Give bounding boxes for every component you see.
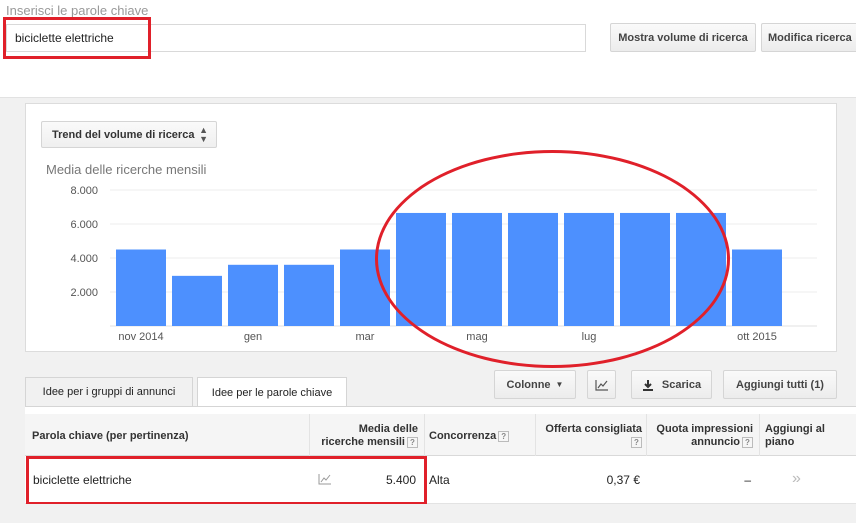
header-impression-share-line1: Quota impressioni [656, 423, 753, 435]
bar-apr[interactable] [396, 212, 446, 326]
bar-dic[interactable] [172, 275, 222, 326]
columns-button[interactable]: Colonne ▼ [494, 370, 576, 399]
header-add-to-plan-line1: Aggiungi al [765, 423, 825, 435]
help-icon[interactable]: ? [742, 436, 753, 448]
caret-down-icon: ▼ [555, 380, 564, 389]
line-chart-button[interactable] [587, 370, 616, 399]
tab-keyword-ideas[interactable]: Idee per le parole chiave [197, 377, 347, 407]
download-button-label: Scarica [661, 378, 702, 391]
x-tick-label: mag [466, 331, 487, 343]
y-tick-label: 6.000 [70, 219, 98, 231]
header-impression-share-line2: annuncio [691, 436, 740, 448]
bar-giu[interactable] [508, 212, 558, 326]
download-icon [642, 379, 653, 391]
columns-button-label: Colonne [506, 378, 551, 391]
add-all-button[interactable]: Aggiungi tutti (1) [723, 370, 837, 399]
x-tick-label: lug [582, 331, 597, 343]
trend-chart-icon[interactable] [318, 473, 332, 485]
bar-set[interactable] [676, 212, 726, 326]
bar-mar[interactable] [340, 249, 390, 327]
header-add-to-plan-line2: piano [765, 436, 795, 448]
x-tick-label: mar [356, 331, 375, 343]
table-footer-strip [25, 504, 856, 523]
add-to-plan-button[interactable]: » [792, 470, 801, 488]
y-tick-label: 8.000 [70, 185, 98, 197]
row-impression-share: – [744, 473, 751, 487]
bar-ago[interactable] [620, 212, 670, 326]
row-competition: Alta [429, 473, 450, 487]
help-icon[interactable]: ? [631, 436, 642, 448]
row-suggested-bid: 0,37 € [606, 473, 640, 487]
header-avg-searches-line1: Media delle [358, 423, 418, 435]
header-suggested-bid[interactable]: Offerta consigliata ? [520, 423, 642, 449]
row-avg-searches: 5.400 [385, 473, 416, 487]
x-tick-label: gen [244, 331, 262, 343]
header-competition-label: Concorrenza [429, 430, 497, 442]
header-suggested-bid-label: Offerta consigliata [545, 423, 642, 435]
header-avg-searches[interactable]: Media delle ricerche mensili? [300, 423, 418, 449]
bar-lug[interactable] [564, 212, 614, 326]
header-avg-searches-line2: ricerche mensili [321, 436, 405, 448]
bar-gen[interactable] [228, 264, 278, 326]
tab-ad-group-ideas[interactable]: Idee per i gruppi di annunci [25, 377, 193, 406]
line-chart-icon [594, 379, 608, 391]
help-icon[interactable]: ? [498, 430, 510, 442]
header-keyword[interactable]: Parola chiave (per pertinenza) [32, 430, 189, 443]
bar-feb[interactable] [284, 264, 334, 326]
header-impression-share[interactable]: Quota impressioni annuncio? [646, 423, 753, 449]
bar-mag[interactable] [452, 212, 502, 326]
y-tick-label: 4.000 [70, 253, 98, 265]
x-tick-label: nov 2014 [118, 331, 163, 343]
header-competition[interactable]: Concorrenza? [429, 430, 510, 443]
bar-nov-2014[interactable] [116, 249, 166, 327]
x-tick-label: ott 2015 [737, 331, 777, 343]
download-button[interactable]: Scarica [631, 370, 712, 399]
row-keyword: biciclette elettriche [33, 473, 132, 487]
help-icon[interactable]: ? [407, 436, 418, 448]
header-add-to-plan: Aggiungi al piano [765, 423, 825, 449]
bar-ott-2015[interactable] [732, 249, 782, 327]
y-tick-label: 2.000 [70, 287, 98, 299]
